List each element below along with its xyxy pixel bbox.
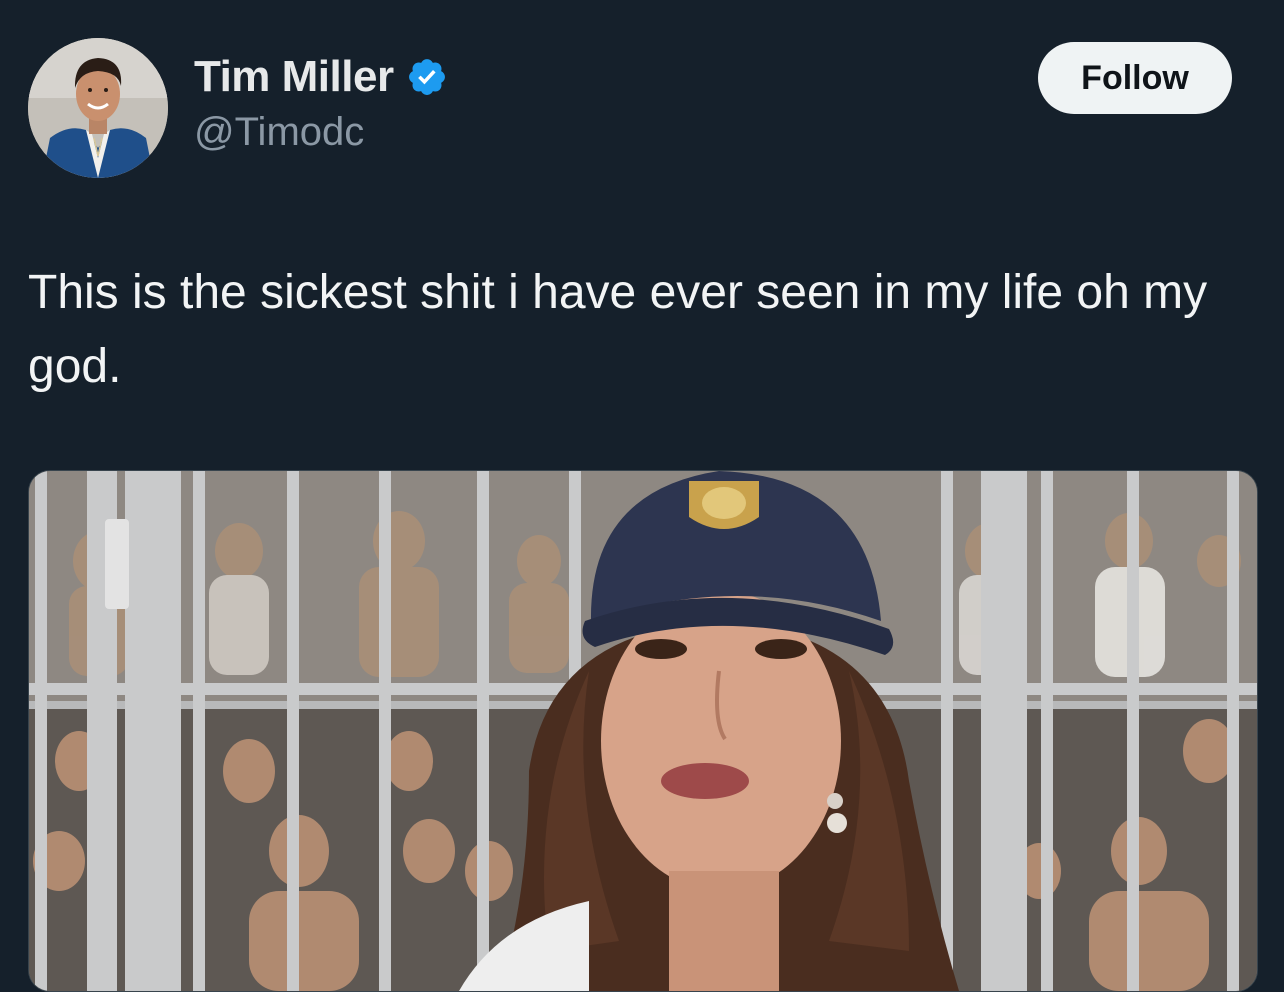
- author-display-name[interactable]: Tim Miller: [194, 52, 394, 102]
- name-row: Tim Miller: [194, 52, 448, 102]
- verified-badge-icon[interactable]: [406, 56, 448, 98]
- author-avatar[interactable]: [28, 38, 168, 178]
- video-thumbnail: [29, 471, 1257, 991]
- author-handle[interactable]: @Timodc: [194, 110, 448, 155]
- avatar-image: [28, 38, 168, 178]
- author-info: Tim Miller @Timodc: [194, 52, 448, 155]
- tweet-header: Tim Miller @Timodc Follow: [28, 38, 1256, 180]
- tweet-media-video[interactable]: [28, 470, 1258, 992]
- tweet-text: This is the sickest shit i have ever see…: [28, 266, 1208, 393]
- follow-button[interactable]: Follow: [1038, 42, 1232, 114]
